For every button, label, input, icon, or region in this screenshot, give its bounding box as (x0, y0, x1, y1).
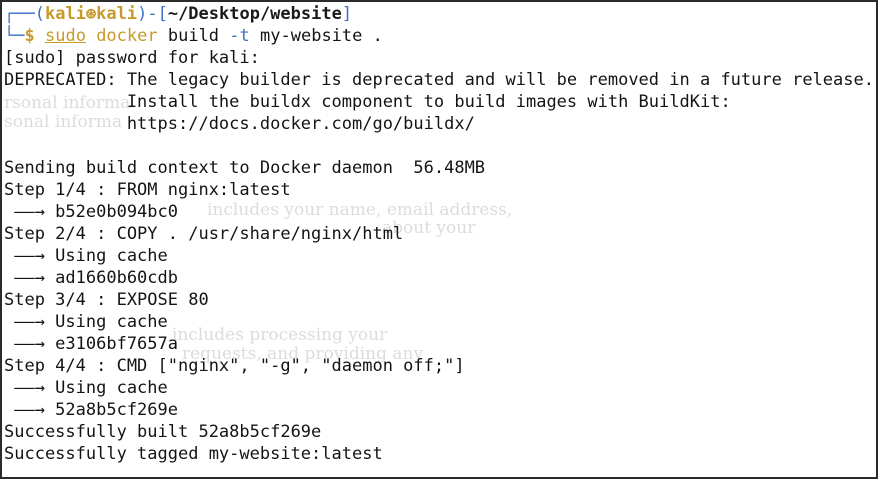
command-sudo: sudo (44, 26, 86, 46)
output-line: ——→ b52e0b094bc0 (4, 202, 178, 222)
kali-logo-icon: ⊛ (85, 4, 97, 24)
output-line: ——→ ad1660b60cdb (4, 268, 178, 288)
output-line: https://docs.docker.com/go/buildx/ (4, 114, 475, 134)
output-line: DEPRECATED: The legacy builder is deprec… (4, 70, 874, 90)
prompt-host: kali (96, 4, 138, 24)
output-line: ——→ 52a8b5cf269e (4, 400, 178, 420)
prompt-user: kali (44, 4, 86, 24)
terminal-window[interactable]: rsonal informa sonal informa includes yo… (0, 0, 878, 479)
output-line: Step 4/4 : CMD ["nginx", "-g", "daemon o… (4, 356, 465, 376)
prompt-dollar: $ (24, 26, 35, 46)
output-line: ——→ e3106bf7657a (4, 334, 178, 354)
output-line: [sudo] password for kali: (4, 48, 260, 68)
output-line: Step 1/4 : FROM nginx:latest (4, 180, 291, 200)
prompt-close: ] (341, 4, 353, 24)
prompt-separator: )-[ (137, 4, 168, 24)
prompt-line-command: └─$ sudo docker build -t my-website . (4, 25, 876, 47)
prompt-box-bottom: └─ (4, 26, 25, 46)
output-line: Step 3/4 : EXPOSE 80 (4, 290, 209, 310)
prompt-box-top: ┌──( (4, 4, 45, 24)
output-line: Successfully tagged my-website:latest (4, 444, 383, 464)
output-line: Successfully built 52a8b5cf269e (4, 422, 322, 442)
output-line: Step 2/4 : COPY . /usr/share/nginx/html (4, 224, 404, 244)
prompt-line-top: ┌──(kali⊛kali)-[~/Desktop/website] (4, 3, 876, 25)
terminal-output[interactable]: ┌──(kali⊛kali)-[~/Desktop/website] └─$ s… (4, 3, 876, 465)
command-args: my-website . (260, 26, 383, 46)
output-line: ——→ Using cache (4, 246, 168, 266)
prompt-cwd: ~/Desktop/website (167, 4, 342, 24)
output-line: Sending build context to Docker daemon 5… (4, 158, 486, 178)
command-build: build (167, 26, 220, 46)
command-docker: docker (96, 26, 158, 46)
output-line: ——→ Using cache (4, 378, 168, 398)
command-flag: -t (229, 26, 250, 46)
output-line: Install the buildx component to build im… (4, 92, 731, 112)
output-line: ——→ Using cache (4, 312, 168, 332)
